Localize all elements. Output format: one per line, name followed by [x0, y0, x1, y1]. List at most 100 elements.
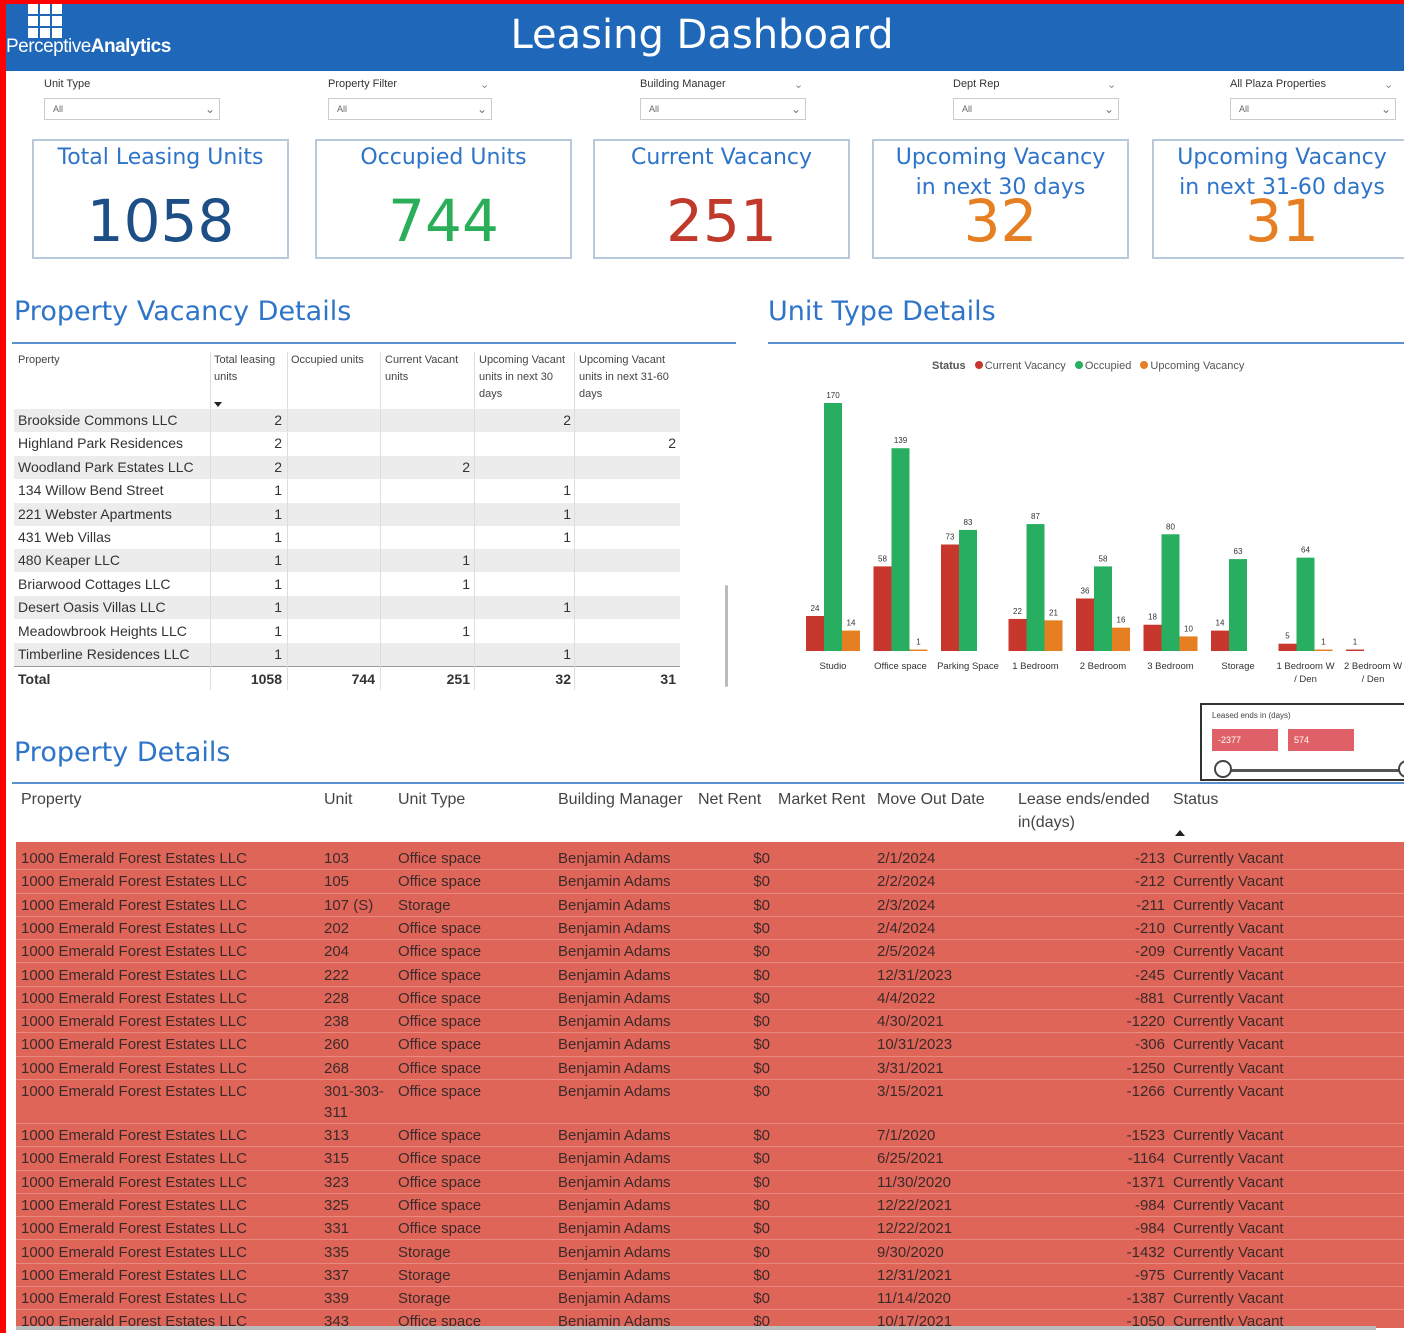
- table-row[interactable]: Woodland Park Estates LLC 2 2: [14, 455, 680, 479]
- category-label: Parking Space: [937, 661, 999, 672]
- bar-occupied[interactable]: [959, 529, 977, 651]
- bar-current-vacancy[interactable]: [1278, 643, 1297, 651]
- chevron-down-icon[interactable]: ⌄: [480, 78, 489, 91]
- table-row[interactable]: 1000 Emerald Forest Estates LLC 202 Office…: [16, 916, 1404, 941]
- table-row[interactable]: 1000 Emerald Forest Estates LLC 228 Office…: [16, 986, 1404, 1011]
- sort-asc-icon[interactable]: [1175, 830, 1185, 836]
- table-row[interactable]: 1000 Emerald Forest Estates LLC 238 Office…: [16, 1009, 1404, 1034]
- details-table-scrollbar[interactable]: [16, 1326, 1376, 1330]
- cell: 222: [324, 966, 350, 984]
- vacancy-col-header[interactable]: Total leasing units: [214, 352, 286, 386]
- bar-current-vacancy[interactable]: [1346, 649, 1364, 651]
- bar-occupied[interactable]: [1026, 524, 1045, 651]
- table-row[interactable]: 134 Willow Bend Street 1 1: [14, 479, 680, 502]
- table-row[interactable]: Desert Oasis Villas LLC 1 1: [14, 596, 680, 620]
- cell: -881: [1134, 989, 1165, 1007]
- slicer-max-input[interactable]: 574: [1288, 729, 1354, 751]
- vacancy-col-header[interactable]: Current Vacant units: [385, 352, 473, 386]
- slicer-max-handle[interactable]: [1398, 760, 1404, 778]
- bar-occupied[interactable]: [1296, 557, 1315, 651]
- vacancy-col-header[interactable]: Occupied units: [291, 352, 379, 369]
- table-row[interactable]: 1000 Emerald Forest Estates LLC 260 Office…: [16, 1032, 1404, 1057]
- table-row[interactable]: Meadowbrook Heights LLC 1 1: [14, 620, 680, 643]
- cell: 313: [324, 1127, 350, 1144]
- table-row[interactable]: 1000 Emerald Forest Estates LLC 331 Office…: [16, 1216, 1404, 1241]
- details-col-header[interactable]: Unit: [324, 788, 352, 811]
- data-label: 21: [1049, 608, 1058, 617]
- table-row[interactable]: Timberline Residences LLC 1 1: [14, 643, 680, 666]
- filter-dropdown[interactable]: All ⌄: [1230, 98, 1396, 120]
- bar-upcoming-vacancy[interactable]: [1314, 649, 1333, 651]
- table-row[interactable]: Brookside Commons LLC 2 2: [14, 409, 680, 432]
- filter-dropdown[interactable]: All ⌄: [640, 98, 806, 120]
- legend-occupied[interactable]: Occupied: [1085, 360, 1131, 372]
- details-col-header[interactable]: Market Rent: [778, 788, 865, 811]
- bar-occupied[interactable]: [891, 448, 910, 651]
- bar-current-vacancy[interactable]: [1076, 598, 1094, 651]
- details-col-header[interactable]: Lease ends/ended in(days): [1018, 788, 1168, 834]
- table-row[interactable]: 1000 Emerald Forest Estates LLC 335 Storag…: [16, 1240, 1404, 1264]
- table-row[interactable]: Briarwood Cottages LLC 1 1: [14, 573, 680, 596]
- cell: -1164: [1127, 1150, 1165, 1168]
- vacancy-col-header[interactable]: Upcoming Vacant units in next 31-60 days: [579, 352, 681, 403]
- table-row[interactable]: 1000 Emerald Forest Estates LLC 268 Office…: [16, 1056, 1404, 1080]
- legend-current-vacancy[interactable]: Current Vacancy: [985, 360, 1066, 372]
- table-row[interactable]: 480 Keaper LLC 1 1: [14, 549, 680, 573]
- filter-dropdown[interactable]: All ⌄: [953, 98, 1119, 120]
- slicer-min-handle[interactable]: [1214, 760, 1232, 778]
- bar-occupied[interactable]: [824, 403, 842, 651]
- table-row[interactable]: 1000 Emerald Forest Estates LLC 301-303-3…: [16, 1079, 1404, 1124]
- details-col-header[interactable]: Status: [1173, 788, 1218, 811]
- details-col-header[interactable]: Net Rent: [698, 788, 761, 811]
- bar-upcoming-vacancy[interactable]: [842, 630, 860, 651]
- chevron-down-icon[interactable]: ⌄: [1107, 78, 1116, 91]
- bar-current-vacancy[interactable]: [873, 566, 892, 651]
- table-row[interactable]: 1000 Emerald Forest Estates LLC 222 Office…: [16, 963, 1404, 987]
- bar-upcoming-vacancy[interactable]: [1179, 636, 1198, 651]
- table-row[interactable]: Highland Park Residences 2 2: [14, 432, 680, 455]
- details-col-header[interactable]: Building Manager: [558, 788, 683, 811]
- cell-value: 1: [274, 529, 282, 545]
- bar-upcoming-vacancy[interactable]: [1044, 620, 1063, 651]
- property-name: Brookside Commons LLC: [18, 412, 178, 428]
- vacancy-col-header[interactable]: Property: [18, 352, 208, 369]
- table-row[interactable]: 1000 Emerald Forest Estates LLC 103 Office…: [16, 846, 1404, 871]
- bar-current-vacancy[interactable]: [1211, 630, 1229, 651]
- table-row[interactable]: 1000 Emerald Forest Estates LLC 107 (S) St…: [16, 893, 1404, 917]
- bar-upcoming-vacancy[interactable]: [1112, 627, 1130, 651]
- table-row[interactable]: 221 Webster Apartments 1 1: [14, 502, 680, 526]
- cell: 268: [324, 1059, 350, 1077]
- details-col-header[interactable]: Move Out Date: [877, 788, 985, 811]
- filter-label: All Plaza Properties: [1230, 78, 1326, 90]
- chevron-down-icon[interactable]: ⌄: [794, 78, 803, 91]
- table-row[interactable]: 1000 Emerald Forest Estates LLC 313 Office…: [16, 1123, 1404, 1148]
- chevron-down-icon[interactable]: ⌄: [1384, 78, 1393, 91]
- bar-upcoming-vacancy[interactable]: [909, 649, 928, 651]
- filter-dropdown[interactable]: All ⌄: [44, 98, 220, 120]
- bar-occupied[interactable]: [1229, 559, 1247, 651]
- bar-current-vacancy[interactable]: [1008, 618, 1027, 651]
- bar-occupied[interactable]: [1094, 566, 1112, 651]
- table-row[interactable]: 1000 Emerald Forest Estates LLC 337 Storag…: [16, 1263, 1404, 1288]
- vacancy-table-scrollbar[interactable]: [725, 585, 728, 687]
- table-row[interactable]: 1000 Emerald Forest Estates LLC 105 Office…: [16, 869, 1404, 894]
- table-row[interactable]: 1000 Emerald Forest Estates LLC 315 Office…: [16, 1146, 1404, 1171]
- vacancy-col-header[interactable]: Upcoming Vacant units in next 30 days: [479, 352, 575, 403]
- details-col-header[interactable]: Property: [21, 788, 81, 811]
- table-row[interactable]: 431 Web Villas 1 1: [14, 526, 680, 549]
- filter-dropdown[interactable]: All ⌄: [328, 98, 492, 120]
- bar-current-vacancy[interactable]: [806, 615, 824, 651]
- table-row[interactable]: 1000 Emerald Forest Estates LLC 339 Storag…: [16, 1286, 1404, 1311]
- legend-upcoming-vacancy[interactable]: Upcoming Vacancy: [1150, 360, 1244, 372]
- table-row[interactable]: 1000 Emerald Forest Estates LLC 325 Office…: [16, 1193, 1404, 1218]
- details-col-header[interactable]: Unit Type: [398, 788, 465, 811]
- table-row[interactable]: 1000 Emerald Forest Estates LLC 204 Office…: [16, 939, 1404, 964]
- filter-label: Property Filter: [328, 78, 398, 90]
- bar-current-vacancy[interactable]: [941, 544, 959, 651]
- cell-value: 1: [462, 622, 470, 639]
- sort-desc-icon[interactable]: [214, 402, 222, 407]
- table-row[interactable]: 1000 Emerald Forest Estates LLC 323 Office…: [16, 1170, 1404, 1194]
- slicer-min-input[interactable]: -2377: [1212, 729, 1278, 751]
- bar-occupied[interactable]: [1161, 534, 1180, 651]
- bar-current-vacancy[interactable]: [1143, 624, 1162, 651]
